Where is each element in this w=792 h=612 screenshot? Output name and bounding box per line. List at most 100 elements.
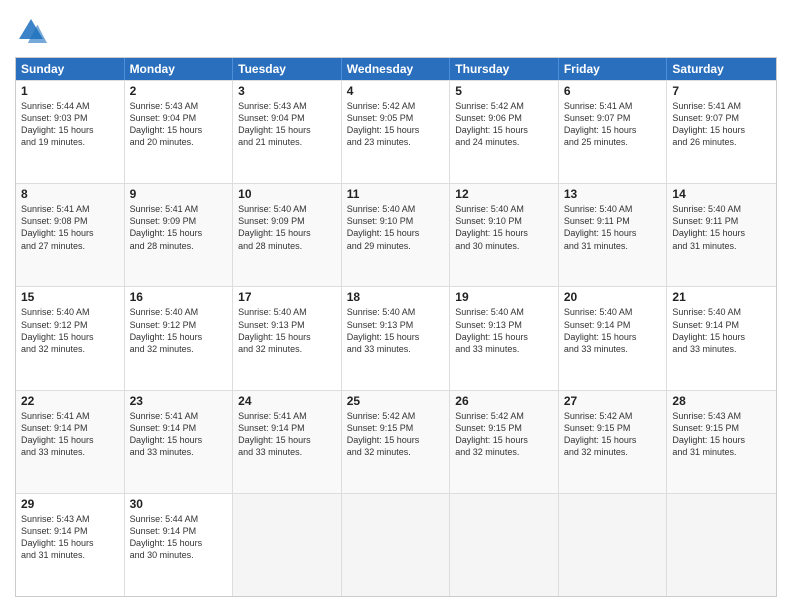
calendar-cell: 17Sunrise: 5:40 AM Sunset: 9:13 PM Dayli…	[233, 287, 342, 389]
day-number: 2	[130, 84, 228, 98]
page: SundayMondayTuesdayWednesdayThursdayFrid…	[0, 0, 792, 612]
calendar-header-day: Wednesday	[342, 58, 451, 80]
day-info: Sunrise: 5:40 AM Sunset: 9:11 PM Dayligh…	[672, 203, 771, 252]
day-info: Sunrise: 5:44 AM Sunset: 9:14 PM Dayligh…	[130, 513, 228, 562]
calendar-cell: 11 Sunrise: 5:40 AM Sunset: 9:10 PM Dayli…	[342, 184, 451, 286]
day-number: 3	[238, 84, 336, 98]
day-number: 16	[130, 290, 228, 304]
calendar-cell: 7 Sunrise: 5:41 AM Sunset: 9:07 PM Daylig…	[667, 81, 776, 183]
calendar-header-day: Thursday	[450, 58, 559, 80]
day-info: Sunrise: 5:42 AM Sunset: 9:15 PM Dayligh…	[347, 410, 445, 459]
day-number: 12	[455, 187, 553, 201]
calendar-cell: 2 Sunrise: 5:43 AM Sunset: 9:04 PM Daylig…	[125, 81, 234, 183]
day-number: 6	[564, 84, 662, 98]
calendar-cell: 18 Sunrise: 5:40 AM Sunset: 9:13 PM Dayli…	[342, 287, 451, 389]
day-number: 29	[21, 497, 119, 511]
day-info: Sunrise: 5:41 AM Sunset: 9:09 PM Dayligh…	[130, 203, 228, 252]
calendar-cell: 15 Sunrise: 5:40 AM Sunset: 9:12 PM Dayli…	[16, 287, 125, 389]
day-info: Sunrise: 5:40 AM Sunset: 9:09 PM Dayligh…	[238, 203, 336, 252]
day-number: 4	[347, 84, 445, 98]
calendar-cell: 19 Sunrise: 5:40 AM Sunset: 9:13 PM Dayli…	[450, 287, 559, 389]
calendar-body: 1 Sunrise: 5:44 AM Sunset: 9:03 PM Daylig…	[16, 80, 776, 596]
calendar-week-row: 15 Sunrise: 5:40 AM Sunset: 9:12 PM Dayli…	[16, 286, 776, 389]
calendar-cell: 29Sunrise: 5:43 AM Sunset: 9:14 PM Dayli…	[16, 494, 125, 596]
day-info: Sunrise: 5:40 AM Sunset: 9:14 PM Dayligh…	[672, 306, 771, 355]
calendar-cell: 24 Sunrise: 5:41 AM Sunset: 9:14 PM Dayli…	[233, 391, 342, 493]
calendar-cell: 25 Sunrise: 5:42 AM Sunset: 9:15 PM Dayli…	[342, 391, 451, 493]
day-info: Sunrise: 5:40 AM Sunset: 9:13 PM Dayligh…	[347, 306, 445, 355]
day-number: 10	[238, 187, 336, 201]
day-number: 25	[347, 394, 445, 408]
day-info: Sunrise: 5:40 AM Sunset: 9:10 PM Dayligh…	[455, 203, 553, 252]
day-number: 1	[21, 84, 119, 98]
day-info: Sunrise: 5:44 AM Sunset: 9:03 PM Dayligh…	[21, 100, 119, 149]
calendar-cell: 12 Sunrise: 5:40 AM Sunset: 9:10 PM Dayli…	[450, 184, 559, 286]
day-info: Sunrise: 5:41 AM Sunset: 9:14 PM Dayligh…	[21, 410, 119, 459]
calendar-cell: 21 Sunrise: 5:40 AM Sunset: 9:14 PM Dayli…	[667, 287, 776, 389]
day-number: 8	[21, 187, 119, 201]
day-number: 24	[238, 394, 336, 408]
calendar-cell-empty	[559, 494, 668, 596]
day-number: 15	[21, 290, 119, 304]
day-info: Sunrise: 5:40 AM Sunset: 9:10 PM Dayligh…	[347, 203, 445, 252]
calendar-cell: 14 Sunrise: 5:40 AM Sunset: 9:11 PM Dayli…	[667, 184, 776, 286]
calendar-cell-empty	[667, 494, 776, 596]
day-info: Sunrise: 5:40 AM Sunset: 9:11 PM Dayligh…	[564, 203, 662, 252]
calendar-week-row: 29Sunrise: 5:43 AM Sunset: 9:14 PM Dayli…	[16, 493, 776, 596]
day-info: Sunrise: 5:43 AM Sunset: 9:15 PM Dayligh…	[672, 410, 771, 459]
calendar-week-row: 8Sunrise: 5:41 AM Sunset: 9:08 PM Daylig…	[16, 183, 776, 286]
day-info: Sunrise: 5:42 AM Sunset: 9:15 PM Dayligh…	[455, 410, 553, 459]
day-info: Sunrise: 5:42 AM Sunset: 9:15 PM Dayligh…	[564, 410, 662, 459]
day-number: 13	[564, 187, 662, 201]
calendar-cell: 23 Sunrise: 5:41 AM Sunset: 9:14 PM Dayli…	[125, 391, 234, 493]
calendar-cell: 22 Sunrise: 5:41 AM Sunset: 9:14 PM Dayli…	[16, 391, 125, 493]
day-info: Sunrise: 5:40 AM Sunset: 9:13 PM Dayligh…	[455, 306, 553, 355]
day-info: Sunrise: 5:41 AM Sunset: 9:14 PM Dayligh…	[130, 410, 228, 459]
calendar-cell: 16 Sunrise: 5:40 AM Sunset: 9:12 PM Dayli…	[125, 287, 234, 389]
day-number: 28	[672, 394, 771, 408]
day-info: Sunrise: 5:41 AM Sunset: 9:14 PM Dayligh…	[238, 410, 336, 459]
day-number: 22	[21, 394, 119, 408]
calendar-cell: 30 Sunrise: 5:44 AM Sunset: 9:14 PM Dayli…	[125, 494, 234, 596]
calendar: SundayMondayTuesdayWednesdayThursdayFrid…	[15, 57, 777, 597]
calendar-header-day: Sunday	[16, 58, 125, 80]
calendar-header-day: Friday	[559, 58, 668, 80]
day-number: 14	[672, 187, 771, 201]
day-number: 11	[347, 187, 445, 201]
header	[15, 15, 777, 47]
calendar-cell: 6 Sunrise: 5:41 AM Sunset: 9:07 PM Daylig…	[559, 81, 668, 183]
day-info: Sunrise: 5:41 AM Sunset: 9:07 PM Dayligh…	[564, 100, 662, 149]
calendar-cell-empty	[233, 494, 342, 596]
calendar-cell: 5 Sunrise: 5:42 AM Sunset: 9:06 PM Daylig…	[450, 81, 559, 183]
calendar-week-row: 22 Sunrise: 5:41 AM Sunset: 9:14 PM Dayli…	[16, 390, 776, 493]
day-info: Sunrise: 5:43 AM Sunset: 9:04 PM Dayligh…	[130, 100, 228, 149]
calendar-cell: 8Sunrise: 5:41 AM Sunset: 9:08 PM Daylig…	[16, 184, 125, 286]
calendar-week-row: 1 Sunrise: 5:44 AM Sunset: 9:03 PM Daylig…	[16, 80, 776, 183]
day-number: 21	[672, 290, 771, 304]
calendar-header-row: SundayMondayTuesdayWednesdayThursdayFrid…	[16, 58, 776, 80]
day-info: Sunrise: 5:42 AM Sunset: 9:06 PM Dayligh…	[455, 100, 553, 149]
day-info: Sunrise: 5:42 AM Sunset: 9:05 PM Dayligh…	[347, 100, 445, 149]
calendar-header-day: Saturday	[667, 58, 776, 80]
calendar-header-day: Tuesday	[233, 58, 342, 80]
logo-icon	[15, 15, 47, 47]
day-number: 17	[238, 290, 336, 304]
calendar-cell: 28 Sunrise: 5:43 AM Sunset: 9:15 PM Dayli…	[667, 391, 776, 493]
day-number: 5	[455, 84, 553, 98]
calendar-cell: 9Sunrise: 5:41 AM Sunset: 9:09 PM Daylig…	[125, 184, 234, 286]
day-number: 20	[564, 290, 662, 304]
calendar-cell: 3 Sunrise: 5:43 AM Sunset: 9:04 PM Daylig…	[233, 81, 342, 183]
day-number: 7	[672, 84, 771, 98]
calendar-cell-empty	[342, 494, 451, 596]
day-info: Sunrise: 5:40 AM Sunset: 9:12 PM Dayligh…	[21, 306, 119, 355]
calendar-cell: 26Sunrise: 5:42 AM Sunset: 9:15 PM Dayli…	[450, 391, 559, 493]
day-info: Sunrise: 5:43 AM Sunset: 9:04 PM Dayligh…	[238, 100, 336, 149]
calendar-cell: 1 Sunrise: 5:44 AM Sunset: 9:03 PM Daylig…	[16, 81, 125, 183]
calendar-cell-empty	[450, 494, 559, 596]
day-number: 19	[455, 290, 553, 304]
day-info: Sunrise: 5:40 AM Sunset: 9:12 PM Dayligh…	[130, 306, 228, 355]
day-number: 23	[130, 394, 228, 408]
day-info: Sunrise: 5:41 AM Sunset: 9:07 PM Dayligh…	[672, 100, 771, 149]
day-number: 30	[130, 497, 228, 511]
day-number: 18	[347, 290, 445, 304]
